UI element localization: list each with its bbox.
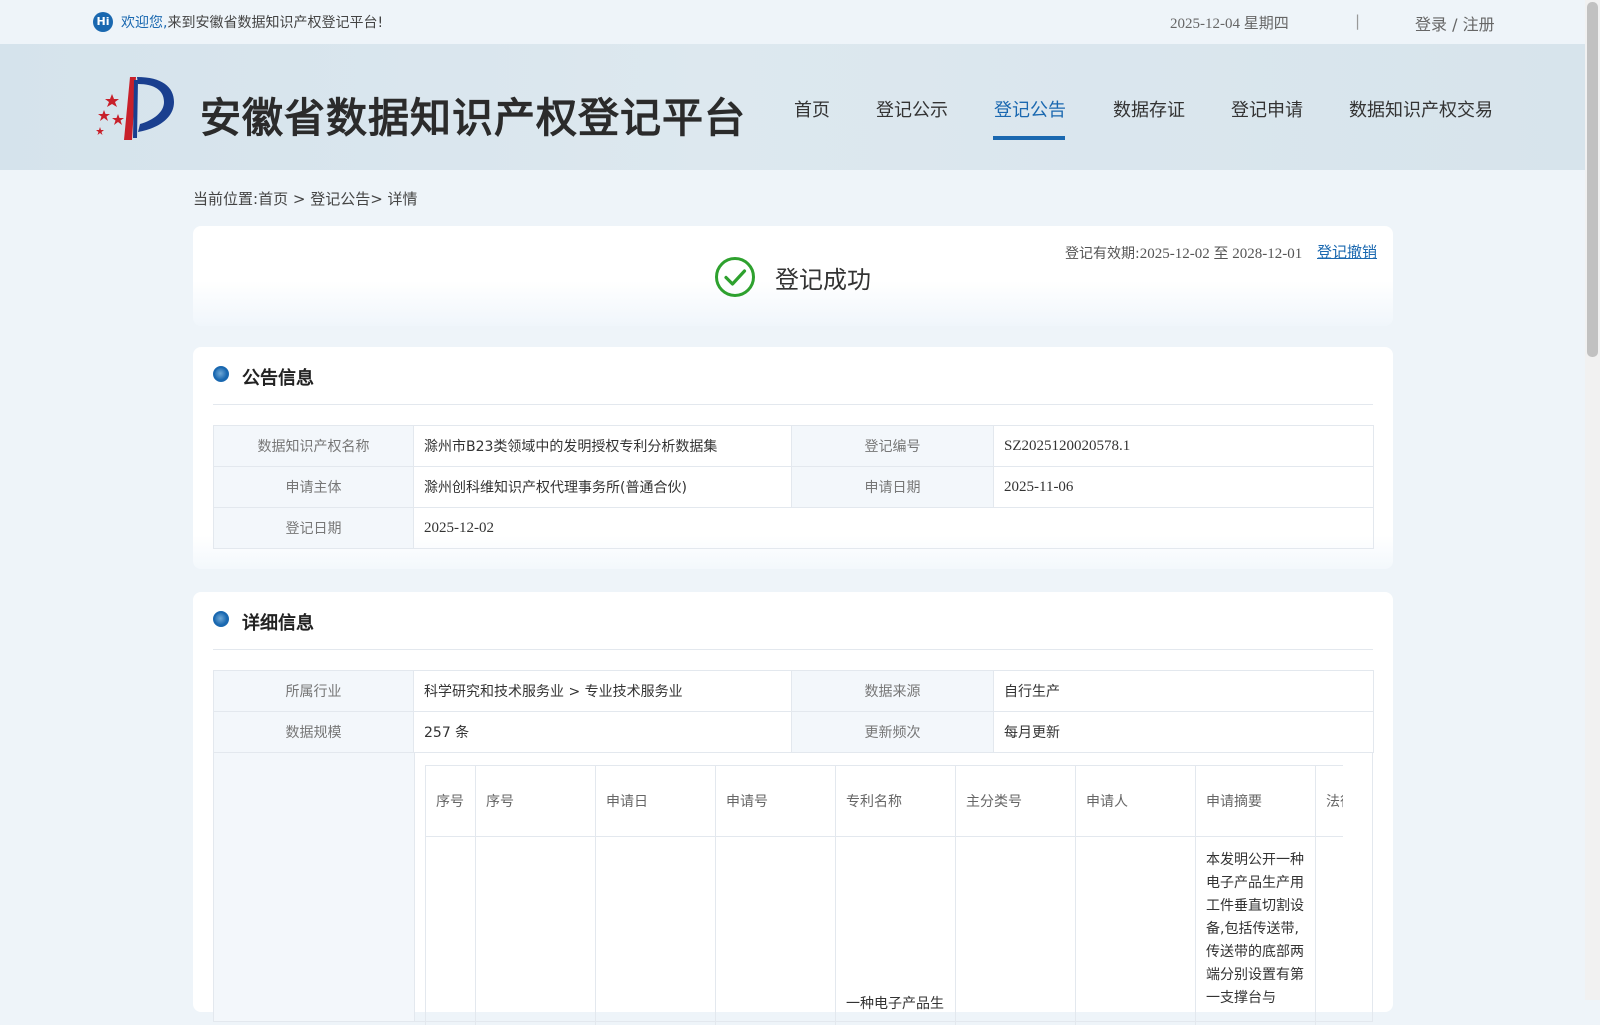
section-title: 详细信息 bbox=[242, 609, 314, 635]
nav-registration-notice[interactable]: 登记公示 bbox=[876, 96, 948, 122]
validity-period: 登记有效期:2025-12-02 至 2028-12-01 bbox=[1065, 242, 1302, 263]
sample-data-scroll-area[interactable]: 序号 序号 申请日 申请号 专利名称 主分类号 申请人 申请摘要 法律状态 一种… bbox=[425, 765, 1343, 1025]
topbar-separator: | bbox=[1355, 12, 1360, 30]
section-divider bbox=[213, 649, 1373, 650]
table-cell bbox=[596, 837, 716, 1025]
breadcrumb-prefix: 当前位置: bbox=[193, 190, 258, 208]
table-row: 数据知识产权名称 滁州市B23类领域中的发明授权专利分析数据集 登记编号 SZ2… bbox=[214, 426, 1374, 467]
field-label: 申请日期 bbox=[792, 467, 994, 508]
welcome-rest: 来到安徽省数据知识产权登记平台! bbox=[167, 15, 383, 31]
current-date: 2025-12-04 星期四 bbox=[1170, 12, 1289, 33]
column-header: 专利名称 bbox=[836, 766, 956, 837]
column-header: 申请日 bbox=[596, 766, 716, 837]
welcome-highlight: 欢迎您, bbox=[121, 15, 167, 31]
patent-title: 一种电子产品生 bbox=[846, 993, 945, 1013]
field-value: 滁州创科维知识产权代理事务所(普通合伙) bbox=[414, 467, 792, 508]
column-header: 申请摘要 bbox=[1196, 766, 1316, 837]
table-row: 一种电子产品生 本发明公开一种电子产品生产用工件垂直切割设备,包括传送带,传送带… bbox=[426, 837, 1344, 1025]
nav-ip-trading[interactable]: 数据知识产权交易 bbox=[1349, 96, 1493, 122]
field-value: 每月更新 bbox=[994, 712, 1374, 753]
site-header: 安徽省数据知识产权登记平台 首页 登记公示 登记公告 数据存证 登记申请 数据知… bbox=[0, 44, 1585, 170]
field-label: 数据知识产权名称 bbox=[214, 426, 414, 467]
table-cell: 一种电子产品生 bbox=[836, 837, 956, 1025]
table-cell bbox=[716, 837, 836, 1025]
section-bullet-icon bbox=[213, 611, 229, 627]
field-value: 257 条 bbox=[414, 712, 792, 753]
table-cell bbox=[1076, 837, 1196, 1025]
field-value: SZ2025120020578.1 bbox=[994, 426, 1374, 467]
hi-icon: Hi bbox=[93, 12, 113, 32]
breadcrumb-sep: > bbox=[370, 190, 387, 208]
field-value: 2025-12-02 bbox=[414, 508, 1374, 549]
breadcrumb-section[interactable]: 登记公告 bbox=[310, 190, 370, 208]
validity-label: 登记有效期: bbox=[1065, 246, 1140, 262]
field-label: 登记编号 bbox=[792, 426, 994, 467]
field-value: 2025-11-06 bbox=[994, 467, 1374, 508]
section-bullet-icon bbox=[213, 366, 229, 382]
column-header: 申请人 bbox=[1076, 766, 1196, 837]
table-cell: 本发明公开一种电子产品生产用工件垂直切割设备,包括传送带,传送带的底部两端分别设… bbox=[1196, 837, 1316, 1025]
login-register-link[interactable]: 登录 / 注册 bbox=[1415, 11, 1495, 35]
detail-info-card: 详细信息 所属行业 科学研究和技术服务业 > 专业技术服务业 数据来源 自行生产… bbox=[193, 592, 1393, 1012]
column-header: 申请号 bbox=[716, 766, 836, 837]
field-label: 申请主体 bbox=[214, 467, 414, 508]
revoke-registration-link[interactable]: 登记撤销 bbox=[1317, 241, 1377, 262]
breadcrumb-sep: > bbox=[288, 190, 310, 208]
nav-registration-apply[interactable]: 登记申请 bbox=[1231, 96, 1303, 122]
sample-data-label-cell bbox=[213, 752, 415, 1022]
field-value: 滁州市B23类领域中的发明授权专利分析数据集 bbox=[414, 426, 792, 467]
patent-summary: 本发明公开一种电子产品生产用工件垂直切割设备,包括传送带,传送带的底部两端分别设… bbox=[1206, 849, 1305, 1010]
nav-home[interactable]: 首页 bbox=[794, 96, 830, 122]
nav-data-evidence[interactable]: 数据存证 bbox=[1113, 96, 1185, 122]
field-value: 自行生产 bbox=[994, 671, 1374, 712]
table-row: 申请主体 滁州创科维知识产权代理事务所(普通合伙) 申请日期 2025-11-0… bbox=[214, 467, 1374, 508]
breadcrumb-current: 详情 bbox=[388, 190, 418, 208]
section-divider bbox=[213, 404, 1373, 405]
table-header-row: 序号 序号 申请日 申请号 专利名称 主分类号 申请人 申请摘要 法律状态 bbox=[426, 766, 1344, 837]
field-value: 科学研究和技术服务业 > 专业技术服务业 bbox=[414, 671, 792, 712]
top-bar: Hi 欢迎您,来到安徽省数据知识产权登记平台! 2025-12-04 星期四 |… bbox=[0, 0, 1585, 44]
column-header: 序号 bbox=[426, 766, 476, 837]
registration-status-card: 登记成功 登记有效期:2025-12-02 至 2028-12-01 登记撤销 bbox=[193, 226, 1393, 326]
field-label: 数据来源 bbox=[792, 671, 994, 712]
announcement-table: 数据知识产权名称 滁州市B23类领域中的发明授权专利分析数据集 登记编号 SZ2… bbox=[213, 425, 1374, 549]
column-header: 序号 bbox=[476, 766, 596, 837]
breadcrumb: 当前位置:首页 > 登记公告> 详情 bbox=[193, 188, 418, 209]
field-label: 所属行业 bbox=[214, 671, 414, 712]
detail-table: 所属行业 科学研究和技术服务业 > 专业技术服务业 数据来源 自行生产 数据规模… bbox=[213, 670, 1374, 753]
breadcrumb-home[interactable]: 首页 bbox=[258, 190, 288, 208]
status-text: 登记成功 bbox=[775, 260, 871, 295]
page-scrollbar[interactable] bbox=[1585, 0, 1600, 1000]
table-cell bbox=[1316, 837, 1344, 1025]
table-cell bbox=[426, 837, 476, 1025]
table-cell bbox=[476, 837, 596, 1025]
field-label: 登记日期 bbox=[214, 508, 414, 549]
active-nav-indicator bbox=[993, 136, 1065, 140]
column-header: 主分类号 bbox=[956, 766, 1076, 837]
column-header: 法律状态 bbox=[1316, 766, 1344, 837]
site-title: 安徽省数据知识产权登记平台 bbox=[200, 84, 746, 144]
sample-data-table: 序号 序号 申请日 申请号 专利名称 主分类号 申请人 申请摘要 法律状态 一种… bbox=[425, 765, 1343, 1025]
scrollbar-thumb[interactable] bbox=[1587, 2, 1598, 357]
welcome-message: 欢迎您,来到安徽省数据知识产权登记平台! bbox=[121, 12, 383, 32]
table-cell bbox=[956, 837, 1076, 1025]
platform-logo-icon bbox=[90, 72, 180, 142]
table-row: 数据规模 257 条 更新频次 每月更新 bbox=[214, 712, 1374, 753]
announcement-info-card: 公告信息 数据知识产权名称 滁州市B23类领域中的发明授权专利分析数据集 登记编… bbox=[193, 347, 1393, 569]
table-row: 登记日期 2025-12-02 bbox=[214, 508, 1374, 549]
field-label: 更新频次 bbox=[792, 712, 994, 753]
table-row: 所属行业 科学研究和技术服务业 > 专业技术服务业 数据来源 自行生产 bbox=[214, 671, 1374, 712]
success-check-icon bbox=[714, 256, 756, 298]
validity-dates: 2025-12-02 至 2028-12-01 bbox=[1140, 246, 1302, 262]
section-title: 公告信息 bbox=[242, 364, 314, 390]
nav-registration-announcement[interactable]: 登记公告 bbox=[994, 96, 1066, 122]
field-label: 数据规模 bbox=[214, 712, 414, 753]
